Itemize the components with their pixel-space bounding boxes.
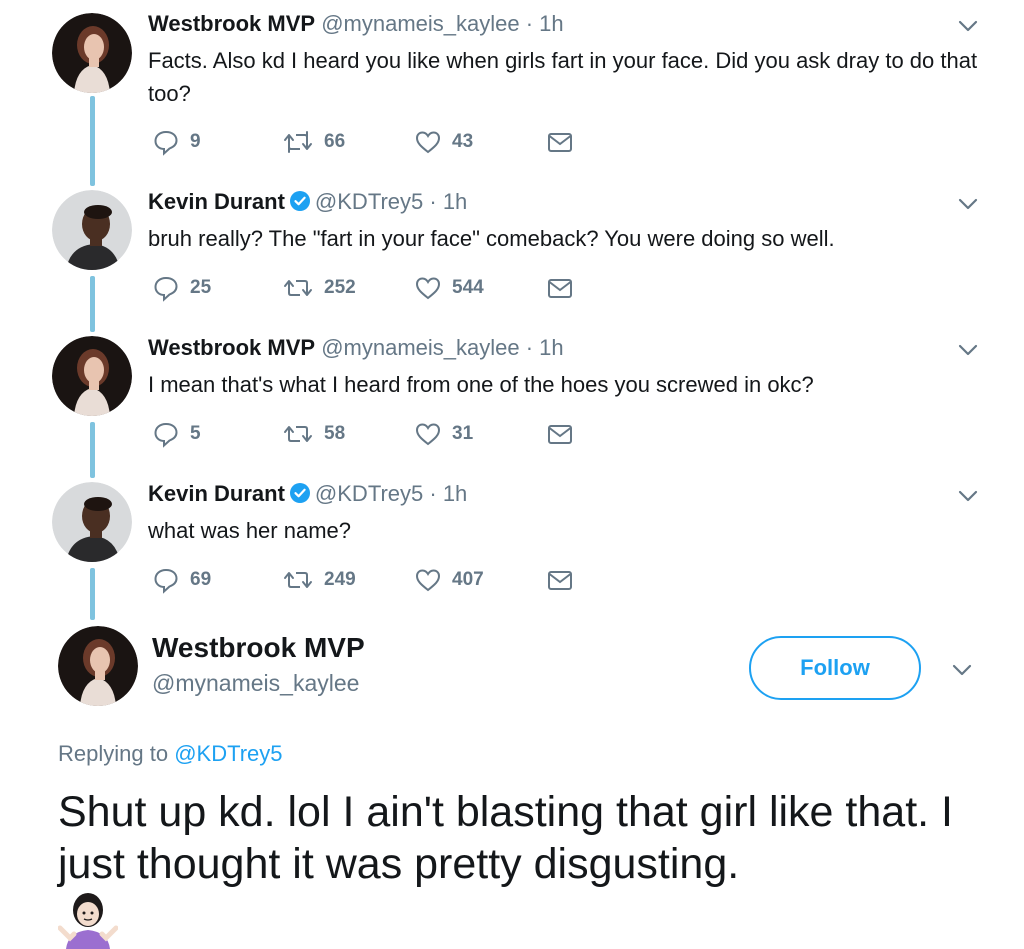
- envelope-icon: [548, 571, 572, 590]
- heart-icon: [415, 569, 441, 592]
- avatar[interactable]: [52, 13, 132, 93]
- envelope-icon: [548, 425, 572, 444]
- reply-button[interactable]: 69: [152, 564, 211, 596]
- tweet-text: Facts. Also kd I heard you like when gir…: [148, 48, 978, 106]
- reply-icon: [154, 568, 178, 594]
- like-count: 544: [452, 277, 484, 298]
- tweet-header: Kevin Durant @KDTrey5 · 1h: [148, 188, 467, 216]
- heart-icon: [415, 423, 441, 446]
- reply-count: 9: [190, 131, 201, 152]
- like-button[interactable]: 544: [414, 272, 484, 304]
- envelope-icon: [548, 133, 572, 152]
- reply-icon: [154, 422, 178, 448]
- author-handle[interactable]: @KDTrey5: [315, 189, 423, 214]
- author-name[interactable]: Westbrook MVP: [152, 632, 365, 664]
- retweet-icon: [284, 131, 312, 153]
- follow-button[interactable]: Follow: [749, 636, 921, 700]
- main-tweet-header: Westbrook MVP @mynameis_kaylee Follow: [0, 624, 1024, 714]
- direct-message-button[interactable]: [546, 418, 574, 450]
- heart-icon: [415, 131, 441, 154]
- retweet-count: 66: [324, 131, 346, 152]
- tweet-text: what was her name?: [148, 518, 351, 543]
- chevron-down-icon[interactable]: [956, 484, 980, 508]
- retweet-icon: [284, 280, 312, 296]
- author-handle[interactable]: @mynameis_kaylee: [321, 11, 519, 36]
- reply-button[interactable]: 5: [152, 418, 201, 450]
- tweet-header: Kevin Durant @KDTrey5 · 1h: [148, 480, 467, 508]
- tweet-header: Westbrook MVP @mynameis_kaylee · 1h: [148, 10, 564, 38]
- author-name[interactable]: Westbrook MVP: [148, 11, 315, 36]
- retweet-button[interactable]: 66: [282, 126, 345, 158]
- chevron-down-icon[interactable]: [950, 658, 974, 682]
- like-button[interactable]: 31: [414, 418, 473, 450]
- author-handle[interactable]: @mynameis_kaylee: [321, 335, 519, 360]
- direct-message-button[interactable]: [546, 272, 574, 304]
- tweet[interactable]: Kevin Durant @KDTrey5 · 1h bruh really? T…: [0, 188, 1024, 308]
- like-count: 31: [452, 423, 474, 444]
- tweet-actions: 5 58 31: [148, 418, 608, 450]
- reply-count: 25: [190, 277, 212, 298]
- like-button[interactable]: 43: [414, 126, 473, 158]
- retweet-icon: [284, 572, 312, 588]
- avatar[interactable]: [52, 482, 132, 562]
- verified-badge-icon: [289, 483, 310, 503]
- retweet-icon: [284, 426, 312, 442]
- chevron-down-icon[interactable]: [956, 14, 980, 38]
- tweet-time[interactable]: · 1h: [429, 189, 467, 214]
- retweet-button[interactable]: 249: [282, 564, 356, 596]
- avatar[interactable]: [52, 190, 132, 270]
- chevron-down-icon[interactable]: [956, 338, 980, 362]
- like-count: 407: [452, 569, 484, 590]
- author-name[interactable]: Kevin Durant: [148, 481, 285, 506]
- tweet-text: I mean that's what I heard from one of t…: [148, 372, 814, 397]
- direct-message-button[interactable]: [546, 564, 574, 596]
- replying-prefix: Replying to: [58, 741, 169, 766]
- retweet-count: 58: [324, 423, 346, 444]
- tweet-actions: 25 252 544: [148, 272, 608, 304]
- retweet-button[interactable]: 58: [282, 418, 345, 450]
- tweet-actions: 69 249 407: [148, 564, 608, 596]
- author-name[interactable]: Kevin Durant: [148, 189, 285, 214]
- reply-icon: [154, 276, 178, 302]
- replying-to-link[interactable]: @KDTrey5: [174, 741, 282, 766]
- tweet-header: Westbrook MVP @mynameis_kaylee · 1h: [148, 334, 564, 362]
- retweet-button[interactable]: 252: [282, 272, 356, 304]
- author-handle[interactable]: @KDTrey5: [315, 481, 423, 506]
- avatar[interactable]: [58, 626, 138, 706]
- tweet-text: bruh really? The "fart in your face" com…: [148, 226, 835, 251]
- tweet-actions: 9 66 43: [148, 126, 608, 158]
- author-name[interactable]: Westbrook MVP: [148, 335, 315, 360]
- heart-icon: [415, 277, 441, 300]
- verified-badge-icon: [289, 191, 310, 211]
- tweet[interactable]: Westbrook MVP @mynameis_kaylee · 1h Fact…: [0, 10, 1024, 160]
- avatar[interactable]: [52, 336, 132, 416]
- reply-count: 5: [190, 423, 201, 444]
- like-count: 43: [452, 131, 474, 152]
- replying-to: Replying to @KDTrey5: [58, 741, 283, 767]
- envelope-icon: [548, 279, 572, 298]
- main-tweet-text: Shut up kd. lol I ain't blasting that gi…: [58, 788, 953, 888]
- tweet[interactable]: Westbrook MVP @mynameis_kaylee · 1h I me…: [0, 334, 1024, 454]
- tweet-time[interactable]: · 1h: [526, 11, 564, 36]
- tweet-time[interactable]: · 1h: [526, 335, 564, 360]
- reply-button[interactable]: 25: [152, 272, 211, 304]
- person-shrugging-emoji: [58, 893, 118, 949]
- retweet-count: 249: [324, 569, 356, 590]
- tweet[interactable]: Kevin Durant @KDTrey5 · 1h what was her n…: [0, 480, 1024, 600]
- retweet-count: 252: [324, 277, 356, 298]
- tweet-time[interactable]: · 1h: [429, 481, 467, 506]
- author-handle[interactable]: @mynameis_kaylee: [152, 670, 359, 697]
- reply-button[interactable]: 9: [152, 126, 201, 158]
- direct-message-button[interactable]: [546, 126, 574, 158]
- like-button[interactable]: 407: [414, 564, 484, 596]
- chevron-down-icon[interactable]: [956, 192, 980, 216]
- reply-count: 69: [190, 569, 212, 590]
- reply-icon: [154, 130, 178, 156]
